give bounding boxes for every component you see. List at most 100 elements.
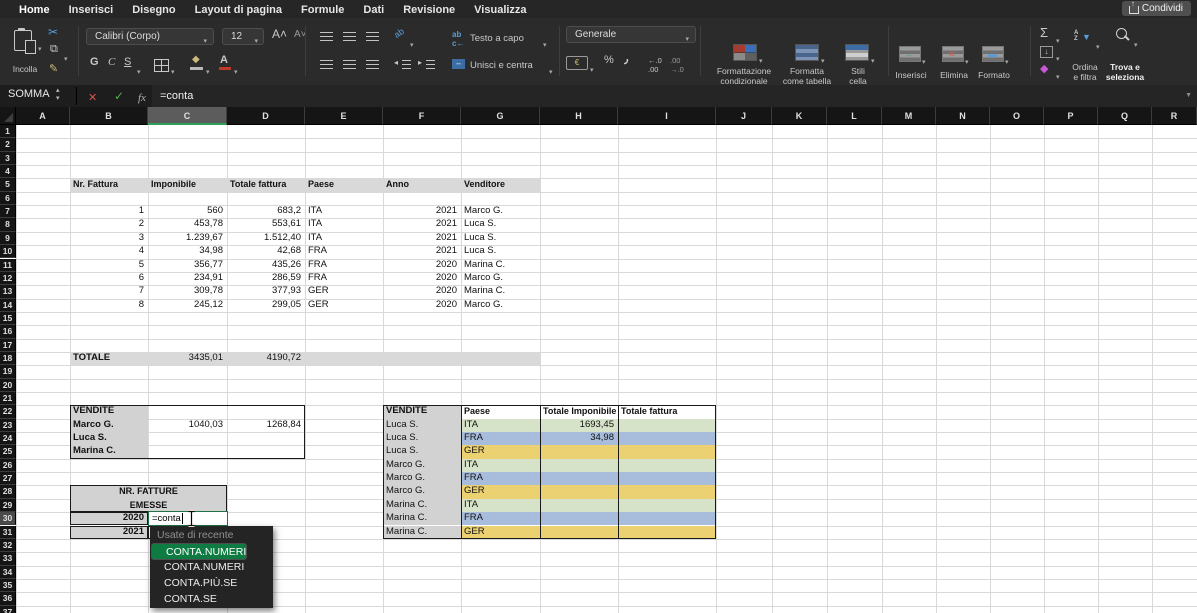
insert-cells-button[interactable]: Inserisci bbox=[890, 70, 932, 80]
merge-center-icon[interactable]: ↔ bbox=[452, 59, 465, 69]
cell-D9[interactable]: 1.512,40 bbox=[227, 232, 305, 245]
orientation-caret-icon[interactable] bbox=[410, 34, 414, 52]
cell-B18[interactable]: TOTALE bbox=[70, 352, 148, 365]
fill-color-caret-icon[interactable] bbox=[206, 61, 210, 79]
column-header-L[interactable]: L bbox=[827, 107, 882, 125]
row-header-13[interactable]: 13 bbox=[0, 285, 16, 298]
cell-E11[interactable]: FRA bbox=[305, 259, 383, 272]
cell-styles-icon[interactable] bbox=[845, 44, 869, 61]
row-header-6[interactable]: 6 bbox=[0, 192, 16, 205]
row-header-18[interactable]: 18 bbox=[0, 352, 16, 365]
row-header-16[interactable]: 16 bbox=[0, 325, 16, 338]
align-left-icon[interactable] bbox=[320, 60, 333, 69]
fill-down-icon[interactable]: ↓ bbox=[1040, 46, 1053, 58]
row-header-3[interactable]: 3 bbox=[0, 152, 16, 165]
delete-cells-button[interactable]: Elimina bbox=[933, 70, 975, 80]
percent-format-icon[interactable]: % bbox=[604, 54, 614, 66]
row-header-12[interactable]: 12 bbox=[0, 272, 16, 285]
column-header-M[interactable]: M bbox=[882, 107, 936, 125]
clear-icon[interactable]: ◆ bbox=[1040, 62, 1048, 75]
cell-F11[interactable]: 2020 bbox=[383, 259, 461, 272]
font-color-icon[interactable]: A bbox=[220, 54, 228, 66]
orientation-icon[interactable]: ab bbox=[392, 26, 406, 40]
align-right-icon[interactable] bbox=[366, 60, 379, 69]
font-name-select[interactable]: Calibri (Corpo) bbox=[86, 28, 214, 45]
cell-F8[interactable]: 2021 bbox=[383, 218, 461, 231]
copy-icon[interactable]: ⧉ bbox=[50, 43, 58, 56]
cell-B13[interactable]: 7 bbox=[70, 285, 148, 298]
row-header-36[interactable]: 36 bbox=[0, 592, 16, 605]
cell-C11[interactable]: 356,77 bbox=[148, 259, 227, 272]
cell-G10[interactable]: Luca S. bbox=[461, 245, 540, 258]
row-header-25[interactable]: 25 bbox=[0, 445, 16, 458]
autocomplete-item-conta.se[interactable]: CONTA.SE bbox=[150, 591, 273, 607]
cell-G13[interactable]: Marina C. bbox=[461, 285, 540, 298]
insert-cells-icon[interactable]: ← bbox=[899, 46, 921, 62]
column-header-E[interactable]: E bbox=[305, 107, 383, 125]
column-header-C[interactable]: C bbox=[148, 107, 227, 125]
tab-revisione[interactable]: Revisione bbox=[403, 2, 455, 19]
row-header-28[interactable]: 28 bbox=[0, 485, 16, 498]
font-color-caret-icon[interactable] bbox=[234, 61, 238, 79]
column-header-Q[interactable]: Q bbox=[1098, 107, 1152, 125]
row-header-7[interactable]: 7 bbox=[0, 205, 16, 218]
column-header-N[interactable]: N bbox=[936, 107, 990, 125]
tab-dati[interactable]: Dati bbox=[363, 2, 384, 19]
align-middle-icon[interactable] bbox=[343, 32, 356, 41]
cell-F10[interactable]: 2021 bbox=[383, 245, 461, 258]
column-header-A[interactable]: A bbox=[16, 107, 70, 125]
cell-F5[interactable]: Anno bbox=[383, 178, 461, 191]
row-header-30[interactable]: 30 bbox=[0, 512, 16, 525]
wrap-text-caret-icon[interactable] bbox=[543, 34, 547, 52]
find-select-caret-icon[interactable] bbox=[1134, 34, 1138, 52]
insert-cells-caret-icon[interactable] bbox=[922, 51, 926, 69]
tab-disegno[interactable]: Disegno bbox=[132, 2, 175, 19]
decrease-decimal-icon[interactable]: .00→.0 bbox=[670, 56, 684, 74]
row-header-20[interactable]: 20 bbox=[0, 379, 16, 392]
row-header-15[interactable]: 15 bbox=[0, 312, 16, 325]
column-header-D[interactable]: D bbox=[227, 107, 305, 125]
find-select-icon[interactable] bbox=[1116, 28, 1127, 39]
underline-button[interactable]: S bbox=[124, 56, 131, 68]
row-header-4[interactable]: 4 bbox=[0, 165, 16, 178]
cell-F9[interactable]: 2021 bbox=[383, 232, 461, 245]
column-header-F[interactable]: F bbox=[383, 107, 461, 125]
sort-filter-icon[interactable]: AZ bbox=[1074, 30, 1078, 42]
paste-icon[interactable] bbox=[14, 30, 32, 51]
cell-C18[interactable]: 3435,01 bbox=[148, 352, 227, 365]
currency-caret-icon[interactable] bbox=[590, 59, 594, 77]
fill-color-icon[interactable]: ◆ bbox=[192, 54, 200, 65]
cell-styles-button[interactable]: Stilicella bbox=[838, 66, 878, 86]
cell-B7[interactable]: 1 bbox=[70, 205, 148, 218]
name-box-spinner[interactable]: ▴▾ bbox=[56, 87, 60, 103]
cell-D8[interactable]: 553,61 bbox=[227, 218, 305, 231]
italic-button[interactable]: C bbox=[108, 56, 115, 68]
row-header-34[interactable]: 34 bbox=[0, 566, 16, 579]
cell-D10[interactable]: 42,68 bbox=[227, 245, 305, 258]
row-header-19[interactable]: 19 bbox=[0, 365, 16, 378]
cell-G8[interactable]: Luca S. bbox=[461, 218, 540, 231]
row-header-31[interactable]: 31 bbox=[0, 526, 16, 539]
borders-icon[interactable] bbox=[154, 59, 169, 72]
cell-E12[interactable]: FRA bbox=[305, 272, 383, 285]
autosum-caret-icon[interactable] bbox=[1056, 30, 1060, 48]
cell-G9[interactable]: Luca S. bbox=[461, 232, 540, 245]
insert-function-icon[interactable] bbox=[138, 88, 146, 106]
cell-D5[interactable]: Totale fattura bbox=[227, 178, 305, 191]
column-header-J[interactable]: J bbox=[716, 107, 772, 125]
cell-B14[interactable]: 8 bbox=[70, 299, 148, 312]
copy-caret-icon[interactable] bbox=[64, 48, 68, 66]
cell-B8[interactable]: 2 bbox=[70, 218, 148, 231]
wrap-text-button[interactable]: Testo a capo bbox=[470, 34, 540, 44]
align-bottom-icon[interactable] bbox=[366, 32, 379, 41]
formula-bar-expand-icon[interactable]: ▼ bbox=[1185, 92, 1192, 99]
cell-D14[interactable]: 299,05 bbox=[227, 299, 305, 312]
row-header-11[interactable]: 11 bbox=[0, 259, 16, 272]
row-header-32[interactable]: 32 bbox=[0, 539, 16, 552]
cell-F13[interactable]: 2020 bbox=[383, 285, 461, 298]
cell-F14[interactable]: 2020 bbox=[383, 299, 461, 312]
align-top-icon[interactable] bbox=[320, 32, 333, 41]
cut-icon[interactable]: ✂ bbox=[48, 25, 58, 39]
column-header-H[interactable]: H bbox=[540, 107, 618, 125]
cell-E8[interactable]: ITA bbox=[305, 218, 383, 231]
